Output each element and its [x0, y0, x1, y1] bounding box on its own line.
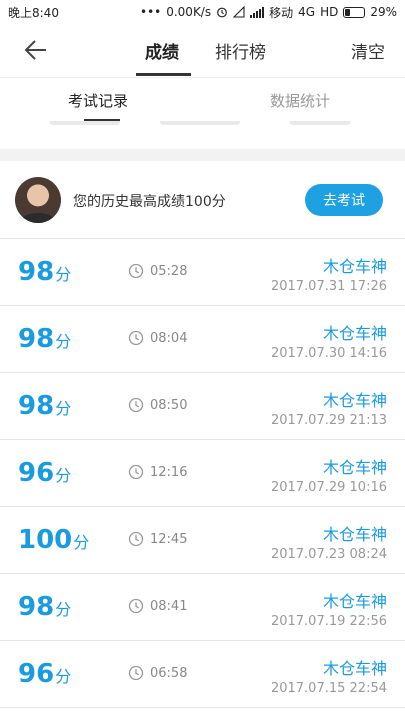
status-bar: 晚上8:40 ••• 0.00K/s 移动 4G HD 29%	[0, 0, 405, 24]
record-username: 木仓车神	[322, 324, 387, 343]
clock-icon	[128, 263, 144, 279]
record-score: 100分	[18, 525, 89, 558]
record-username: 木仓车神	[322, 257, 387, 276]
no-sim-signal-icon	[233, 6, 245, 18]
go-exam-button[interactable]: 去考试	[305, 184, 383, 216]
signal-icon	[250, 6, 265, 18]
scrolled-content-peek	[0, 121, 405, 149]
record-score-value: 100	[18, 525, 73, 555]
exam-record-row[interactable]: 100分 12:45 木仓车神 2017.07.23 08:24	[0, 507, 405, 574]
record-score-value: 96	[18, 458, 55, 488]
record-score-value: 98	[18, 592, 55, 622]
record-score: 96分	[18, 458, 71, 491]
record-datetime: 2017.07.19 22:56	[270, 614, 387, 629]
best-score-card: 您的历史最高成绩100分 去考试	[0, 161, 405, 239]
record-duration: 08:50	[150, 398, 188, 413]
record-score-unit: 分	[55, 600, 72, 619]
record-score-value: 98	[18, 324, 55, 354]
avatar	[15, 177, 61, 223]
record-score-unit: 分	[55, 265, 72, 284]
record-score: 98分	[18, 592, 71, 625]
status-right: ••• 0.00K/s 移动 4G HD 29%	[140, 4, 397, 21]
subtab-exam-records[interactable]: 考试记录	[68, 90, 128, 111]
record-score-value: 98	[18, 391, 55, 421]
status-hd: HD	[320, 5, 339, 19]
record-username: 木仓车神	[322, 659, 387, 678]
status-speed: 0.00K/s	[166, 5, 212, 19]
clock-icon	[128, 531, 144, 547]
clock-icon	[128, 397, 144, 413]
record-score-unit: 分	[55, 667, 72, 686]
record-username: 木仓车神	[322, 525, 387, 544]
record-score-value: 96	[18, 659, 55, 689]
tab-active-indicator	[136, 73, 191, 76]
record-score: 98分	[18, 257, 71, 290]
clear-button[interactable]: 清空	[351, 38, 385, 63]
clock-icon	[128, 598, 144, 614]
exam-record-row[interactable]: 98分 08:50 木仓车神 2017.07.29 21:13	[0, 373, 405, 440]
clock-icon	[128, 330, 144, 346]
record-score: 96分	[18, 659, 71, 692]
record-datetime: 2017.07.29 10:16	[270, 480, 387, 495]
tab-scores[interactable]: 成绩	[145, 38, 179, 63]
status-battery: 29%	[370, 5, 397, 19]
clock-icon	[128, 665, 144, 681]
status-dots: •••	[139, 5, 162, 19]
record-score: 98分	[18, 391, 71, 424]
sub-tabs: 考试记录 数据统计	[0, 77, 405, 122]
record-username: 木仓车神	[322, 458, 387, 477]
record-score-unit: 分	[73, 533, 90, 552]
exam-record-row[interactable]: 98分 08:04 木仓车神 2017.07.30 14:16	[0, 306, 405, 373]
record-username: 木仓车神	[322, 592, 387, 611]
arrow-left-icon[interactable]	[22, 36, 50, 64]
record-score-unit: 分	[55, 466, 72, 485]
record-duration: 06:58	[150, 666, 188, 681]
record-datetime: 2017.07.31 17:26	[270, 279, 387, 294]
section-divider	[0, 149, 405, 161]
record-duration: 05:28	[150, 264, 188, 279]
record-datetime: 2017.07.29 21:13	[270, 413, 387, 428]
record-duration: 12:45	[150, 532, 188, 547]
status-network: 4G	[298, 5, 316, 19]
exam-record-list: 98分 05:28 木仓车神 2017.07.31 17:26 98分 08:04 木仓车神…	[0, 239, 405, 708]
exam-record-row[interactable]: 98分 05:28 木仓车神 2017.07.31 17:26	[0, 239, 405, 306]
exam-record-row[interactable]: 96分 06:58 木仓车神 2017.07.15 22:54	[0, 641, 405, 708]
record-datetime: 2017.07.23 08:24	[270, 547, 387, 562]
tab-leaderboard[interactable]: 排行榜	[215, 38, 266, 63]
exam-record-row[interactable]: 96分 12:16 木仓车神 2017.07.29 10:16	[0, 440, 405, 507]
exam-record-row[interactable]: 98分 08:41 木仓车神 2017.07.19 22:56	[0, 574, 405, 641]
record-username: 木仓车神	[322, 391, 387, 410]
subtab-statistics[interactable]: 数据统计	[270, 90, 330, 111]
record-duration: 08:04	[150, 331, 188, 346]
record-score-unit: 分	[55, 399, 72, 418]
record-score: 98分	[18, 324, 71, 357]
clock-icon	[128, 464, 144, 480]
record-datetime: 2017.07.30 14:16	[270, 346, 387, 361]
record-duration: 08:41	[150, 599, 188, 614]
alarm-icon	[217, 7, 228, 18]
status-carrier: 移动	[269, 5, 294, 20]
battery-icon	[343, 6, 366, 18]
status-time: 晚上8:40	[8, 5, 59, 20]
record-datetime: 2017.07.15 22:54	[270, 681, 387, 696]
best-score-text: 您的历史最高成绩100分	[73, 194, 226, 210]
record-score-value: 98	[18, 257, 55, 287]
record-duration: 12:16	[150, 465, 188, 480]
top-nav-bar: 成绩 排行榜 清空	[0, 24, 405, 76]
record-score-unit: 分	[55, 332, 72, 351]
